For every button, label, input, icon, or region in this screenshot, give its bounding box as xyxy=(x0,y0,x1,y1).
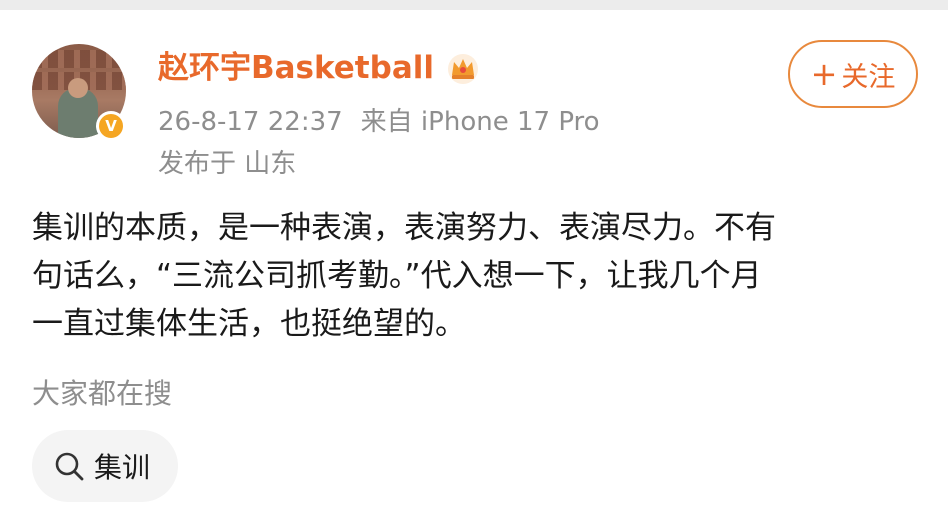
post-location: 发布于 山东 xyxy=(158,149,297,179)
crown-icon xyxy=(448,54,478,84)
post-meta: 26-8-17 22:37 来自 iPhone 17 Pro xyxy=(158,104,600,140)
plus-icon: + xyxy=(810,55,838,93)
post-body-line: 集训的本质，是一种表演，表演努力、表演尽力。不有 xyxy=(32,210,776,246)
related-search-chip-label: 集训 xyxy=(94,451,151,484)
username-text[interactable]: 赵环宇Basketball xyxy=(158,46,434,90)
post-source-device: 来自 iPhone 17 Pro xyxy=(360,107,600,137)
top-divider-bar xyxy=(0,0,948,10)
post-body-line: 一直过集体生活，也挺绝望的。 xyxy=(32,306,466,342)
username-link[interactable]: 赵环宇Basketball xyxy=(158,46,480,90)
follow-button[interactable]: + 关注 xyxy=(788,40,918,108)
avatar-background xyxy=(32,50,126,68)
related-search-title: 大家都在搜 xyxy=(32,377,173,410)
search-icon xyxy=(55,452,84,481)
post-body-text: 集训的本质，是一种表演，表演努力、表演尽力。不有 句话么，“三流公司抓考勤。”代… xyxy=(32,204,918,348)
post-body-line: 句话么，“三流公司抓考勤。”代入想一下，让我几个月 xyxy=(32,258,762,294)
verified-v-icon: V xyxy=(96,111,126,141)
post-datetime: 26-8-17 22:37 xyxy=(158,107,343,137)
avatar-person-head xyxy=(68,78,88,98)
follow-button-label: 关注 xyxy=(841,61,896,93)
related-search-chip[interactable]: 集训 xyxy=(32,430,178,502)
